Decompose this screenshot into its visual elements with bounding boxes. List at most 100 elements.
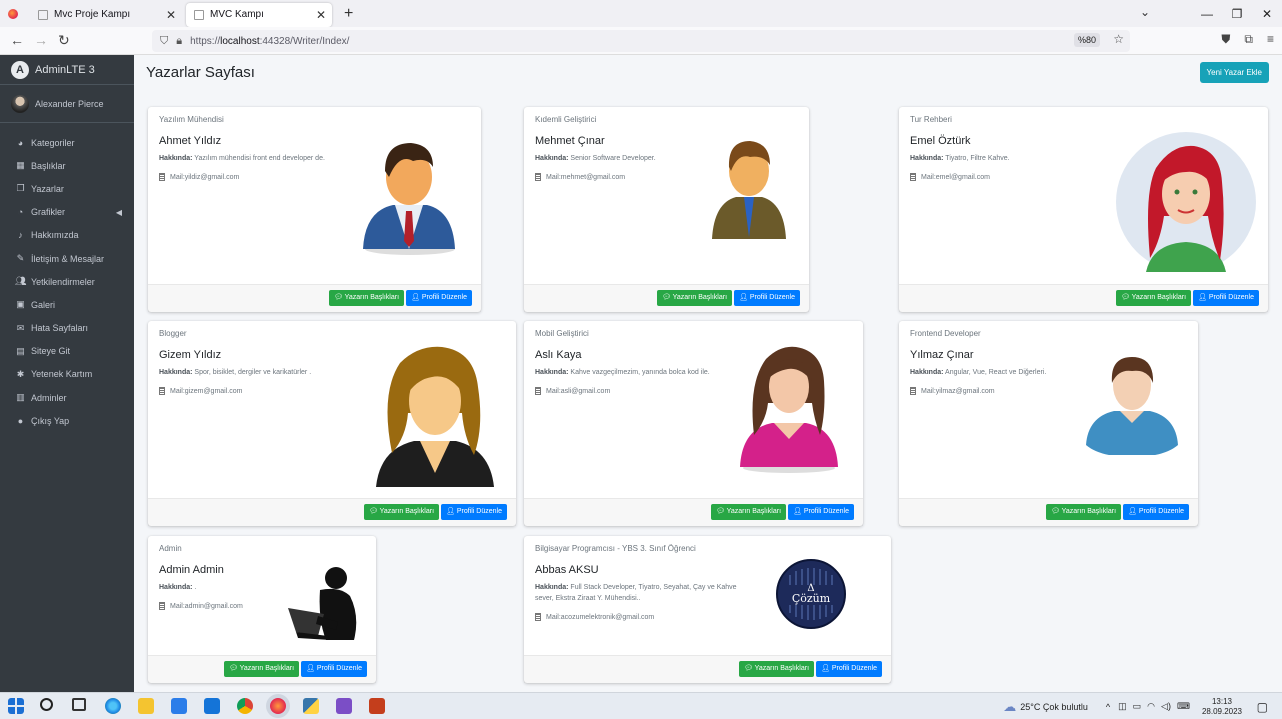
hamburger-menu-icon[interactable]: ≡: [1267, 32, 1274, 47]
sidebar-item-siteye-git[interactable]: ▤ Siteye Git: [0, 340, 134, 363]
sidebar-item-kategoriler[interactable]: ◕ Kategoriler: [0, 131, 134, 154]
firefox-icon[interactable]: [270, 698, 286, 714]
sidebar-item-label: Grafikler: [31, 207, 66, 218]
firefox-menu-icon[interactable]: [0, 0, 26, 27]
shield-icon[interactable]: ⛉: [160, 35, 168, 48]
card-footer: 💬︎ Yazarın Başlıkları 👤︎ Profili Düzenle: [148, 655, 376, 683]
extensions-icon[interactable]: ⧉: [1244, 32, 1253, 47]
writer-posts-button[interactable]: 💬︎ Yazarın Başlıkları: [328, 290, 405, 306]
battery-icon[interactable]: ▭: [1133, 701, 1142, 712]
wifi-icon[interactable]: ◠: [1147, 701, 1155, 712]
businessman-avatar: [363, 143, 455, 255]
officer-avatar: [712, 141, 786, 239]
sidebar-item-label: Hata Sayfaları: [31, 323, 89, 334]
search-icon[interactable]: [40, 698, 53, 711]
edit-profile-button[interactable]: 👤︎ Profili Düzenle: [1193, 290, 1259, 306]
sidebar-item-adminler[interactable]: ▥ Adminler: [0, 386, 134, 409]
edge-icon[interactable]: [105, 698, 121, 714]
close-tab-icon[interactable]: ✕: [316, 8, 326, 22]
apple-icon: ●: [17, 415, 24, 426]
notification-icon[interactable]: ▢: [1257, 700, 1268, 714]
grid-icon: ▦: [16, 160, 25, 171]
writer-posts-button[interactable]: 💬︎ Yazarın Başlıkları: [363, 504, 440, 520]
close-tab-icon[interactable]: ✕: [166, 8, 176, 22]
brand-link[interactable]: A AdminLTE 3: [0, 55, 134, 85]
sidebar-item-yetkilendirmeler[interactable]: 👥︎ Yetkilendirmeler: [0, 270, 134, 293]
close-window-icon[interactable]: ✕: [1252, 7, 1282, 21]
url-text[interactable]: https://localhost:44328/Writer/Index/: [190, 36, 349, 47]
edit-profile-button[interactable]: 👤︎ Profili Düzenle: [788, 504, 854, 520]
writer-posts-button[interactable]: 💬︎ Yazarın Başlıkları: [738, 661, 815, 677]
writer-posts-button[interactable]: 💬︎ Yazarın Başlıkları: [1115, 290, 1192, 306]
browser-tab-1[interactable]: Mvc Proje Kampı ✕: [30, 3, 182, 27]
lock-icon[interactable]: 🔒︎: [176, 35, 182, 48]
url-bar[interactable]: ⛉ 🔒︎ https://localhost:44328/Writer/Inde…: [152, 30, 1130, 52]
bookmark-star-icon[interactable]: ☆: [1113, 32, 1124, 46]
zoom-level[interactable]: %80: [1073, 33, 1100, 47]
new-tab-button[interactable]: +: [344, 5, 353, 23]
writer-job: Yazılım Mühendisi: [159, 115, 224, 124]
sidebar-item-iletisim[interactable]: ✎ İletişim & Mesajlar: [0, 247, 134, 270]
mail-icon[interactable]: [204, 698, 220, 714]
card-footer: 💬︎ Yazarın Başlıkları 👤︎ Profili Düzenle: [148, 284, 481, 312]
edit-profile-button[interactable]: 👤︎ Profili Düzenle: [441, 504, 507, 520]
task-view-icon[interactable]: [72, 698, 86, 711]
sidebar: A AdminLTE 3 Alexander Pierce ◕ Kategoril…: [0, 55, 134, 692]
sidebar-item-label: Hakkımızda: [31, 230, 79, 241]
window-controls: — ❐ ✕: [1192, 0, 1282, 27]
powerpoint-icon[interactable]: [369, 698, 385, 714]
man-avatar: [1086, 357, 1178, 455]
chrome-icon[interactable]: [237, 698, 253, 714]
windows-start-icon[interactable]: [8, 698, 24, 714]
sidebar-item-label: Kategoriler: [31, 137, 75, 148]
cozum-logo: Δ Çözüm: [776, 559, 846, 629]
writer-job: Frontend Developer: [910, 329, 981, 338]
visual-studio-icon[interactable]: [336, 698, 352, 714]
clock[interactable]: 13:13 28.09.2023: [1202, 697, 1242, 717]
sidebar-item-cikis-yap[interactable]: ● Çıkış Yap: [0, 409, 134, 432]
reload-icon[interactable]: ↻: [58, 32, 70, 49]
avatar: [11, 94, 29, 113]
new-writer-button[interactable]: Yeni Yazar Ekle: [1199, 62, 1269, 83]
volume-icon[interactable]: ◁): [1161, 701, 1171, 712]
minimize-icon[interactable]: —: [1192, 7, 1222, 21]
tab-title: MVC Kampı: [210, 9, 264, 20]
sidebar-item-hata-sayfalari[interactable]: ✉ Hata Sayfaları: [0, 317, 134, 340]
store-icon[interactable]: [171, 698, 187, 714]
weather-cloud-icon[interactable]: ☁: [1003, 699, 1016, 715]
sidebar-item-hakkimizda[interactable]: ♪ Hakkımızda: [0, 224, 134, 247]
sidebar-item-yazarlar[interactable]: ❐ Yazarlar: [0, 177, 134, 200]
back-icon[interactable]: ←: [10, 32, 24, 48]
edit-profile-button[interactable]: 👤︎ Profili Düzenle: [734, 290, 800, 306]
list-tabs-icon[interactable]: ⌄: [1140, 5, 1150, 19]
writer-card: Tur Rehberi Emel Öztürk Hakkında: Tiyatr…: [899, 107, 1268, 312]
writer-posts-button[interactable]: 💬︎ Yazarın Başlıkları: [1045, 504, 1122, 520]
edit-profile-button[interactable]: 👤︎ Profili Düzenle: [406, 290, 472, 306]
writer-posts-button[interactable]: 💬︎ Yazarın Başlıkları: [656, 290, 733, 306]
restore-icon[interactable]: ❐: [1222, 7, 1252, 21]
writer-card: Kıdemli Geliştirici Mehmet Çınar Hakkınd…: [524, 107, 809, 312]
language-icon[interactable]: ⌨: [1177, 701, 1190, 712]
user-panel[interactable]: Alexander Pierce: [0, 85, 134, 123]
sidebar-item-basliklar[interactable]: ▦ Başlıklar: [0, 154, 134, 177]
sidebar-item-galeri[interactable]: ▣ Galeri: [0, 293, 134, 316]
sidebar-item-yetenek-kartim[interactable]: ✱ Yetenek Kartım: [0, 363, 134, 386]
python-icon[interactable]: [303, 698, 319, 714]
edit-profile-button[interactable]: 👤︎ Profili Düzenle: [816, 661, 882, 677]
browser-tab-2[interactable]: MVC Kampı ✕: [186, 2, 332, 27]
file-explorer-icon[interactable]: [138, 698, 154, 714]
forward-icon[interactable]: →: [34, 32, 48, 48]
edit-profile-button[interactable]: 👤︎ Profili Düzenle: [301, 661, 367, 677]
building-icon: [535, 613, 541, 621]
woman-pink-avatar: [740, 346, 838, 473]
writer-posts-button[interactable]: 💬︎ Yazarın Başlıkları: [710, 504, 787, 520]
pocket-icon[interactable]: ⛊: [1221, 32, 1230, 47]
toolbar-icons: ⛊ ⧉ ≡: [1221, 32, 1274, 47]
chevron-up-icon[interactable]: ^: [1106, 702, 1110, 712]
building-icon: [910, 173, 916, 181]
sidebar-item-grafikler[interactable]: ◔ Grafikler ◀: [0, 201, 134, 224]
edit-profile-button[interactable]: 👤︎ Profili Düzenle: [1123, 504, 1189, 520]
network-icon[interactable]: ◫: [1118, 701, 1127, 712]
weather-text[interactable]: 25°C Çok bulutlu: [1020, 702, 1088, 712]
writer-posts-button[interactable]: 💬︎ Yazarın Başlıkları: [223, 661, 300, 677]
